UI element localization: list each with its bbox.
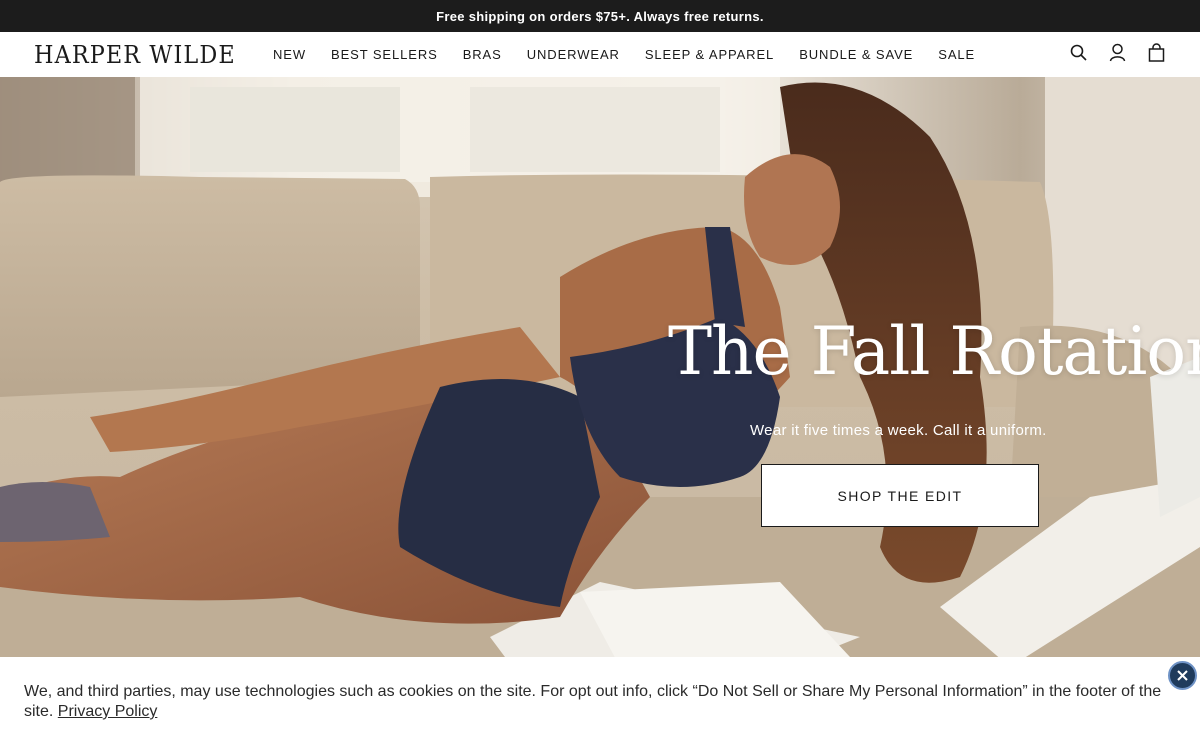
nav-item-underwear[interactable]: UNDERWEAR [527, 47, 620, 62]
nav-item-bras[interactable]: BRAS [463, 47, 502, 62]
hero-title: The Fall Rotation [668, 313, 1200, 390]
hero-banner: The Fall Rotation Wear it five times a w… [0, 77, 1200, 677]
nav-item-bundle-save[interactable]: BUNDLE & SAVE [799, 47, 913, 62]
announcement-text: Free shipping on orders $75+. Always fre… [436, 8, 764, 24]
nav-item-sleep-apparel[interactable]: SLEEP & APPAREL [645, 47, 774, 62]
privacy-policy-link[interactable]: Privacy Policy [58, 703, 158, 720]
brand-logo[interactable]: HARPER WILDE [34, 41, 236, 69]
shop-the-edit-button[interactable]: SHOP THE EDIT [761, 464, 1039, 527]
cookie-text: We, and third parties, may use technolog… [24, 683, 1162, 720]
search-icon[interactable] [1069, 41, 1088, 63]
hero-subtitle: Wear it five times a week. Call it a uni… [750, 422, 1047, 439]
site-header: HARPER WILDE NEW BEST SELLERS BRAS UNDER… [0, 32, 1200, 77]
header-icons [1069, 41, 1166, 63]
cookie-message: We, and third parties, may use technolog… [24, 682, 1184, 722]
cookie-banner: We, and third parties, may use technolog… [0, 657, 1200, 750]
nav-item-new[interactable]: NEW [273, 47, 306, 62]
announcement-bar: Free shipping on orders $75+. Always fre… [0, 0, 1200, 32]
main-nav: NEW BEST SELLERS BRAS UNDERWEAR SLEEP & … [273, 47, 1000, 62]
nav-item-best-sellers[interactable]: BEST SELLERS [331, 47, 438, 62]
close-icon[interactable] [1168, 661, 1197, 690]
bag-icon[interactable] [1147, 41, 1166, 63]
account-icon[interactable] [1108, 41, 1127, 63]
nav-item-sale[interactable]: SALE [938, 47, 975, 62]
